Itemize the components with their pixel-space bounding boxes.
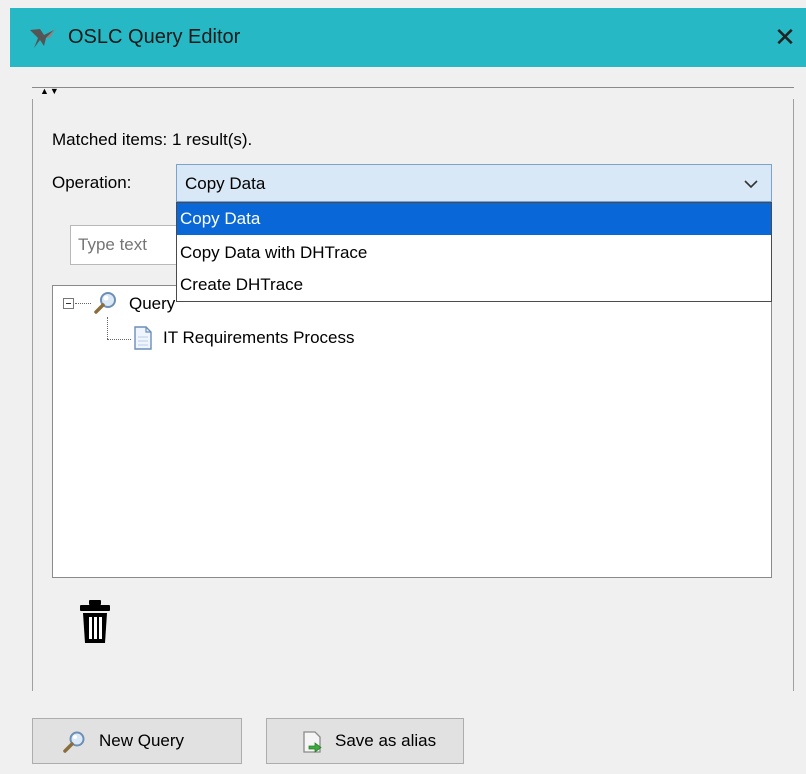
dropdown-option[interactable]: Create DHTrace [177,269,771,301]
chevron-down-icon [744,180,758,189]
matched-items-label: Matched items: 1 result(s). [52,130,253,149]
splitter-line[interactable] [32,87,794,88]
tree-connector [107,339,131,340]
operation-label: Operation: [52,173,132,192]
new-query-label: New Query [99,731,185,750]
magnifier-icon [94,292,116,314]
window-title: OSLC Query Editor [68,26,241,48]
tree-connector [107,317,108,339]
title-bar: OSLC Query Editor ✕ [10,8,806,67]
collapse-toggle-icon[interactable] [63,298,74,309]
save-as-alias-button[interactable]: Save as alias [266,718,464,764]
close-button[interactable]: ✕ [770,22,800,52]
operation-select[interactable]: Copy Data [176,164,772,202]
magnifier-icon [63,731,85,753]
splitter-arrows-icon[interactable]: ▲▼ [40,86,60,96]
tree-connector [75,303,91,304]
results-tree[interactable]: Query IT Requirements Process [52,285,772,578]
tree-root-label[interactable]: Query [129,292,175,316]
save-as-alias-label: Save as alias [335,731,437,750]
dropdown-option[interactable]: Copy Data with DHTrace [177,237,771,269]
app-icon [30,28,56,48]
dropdown-option[interactable]: Copy Data [177,203,771,235]
new-query-button[interactable]: New Query [32,718,242,764]
document-icon [134,326,152,350]
trash-icon[interactable] [78,599,112,645]
save-alias-icon [303,731,322,753]
tree-child-label[interactable]: IT Requirements Process [163,326,354,350]
operation-dropdown-list[interactable]: Copy Data Copy Data with DHTrace Create … [176,202,772,302]
operation-selected-value: Copy Data [185,174,266,193]
close-icon: ✕ [774,22,796,52]
